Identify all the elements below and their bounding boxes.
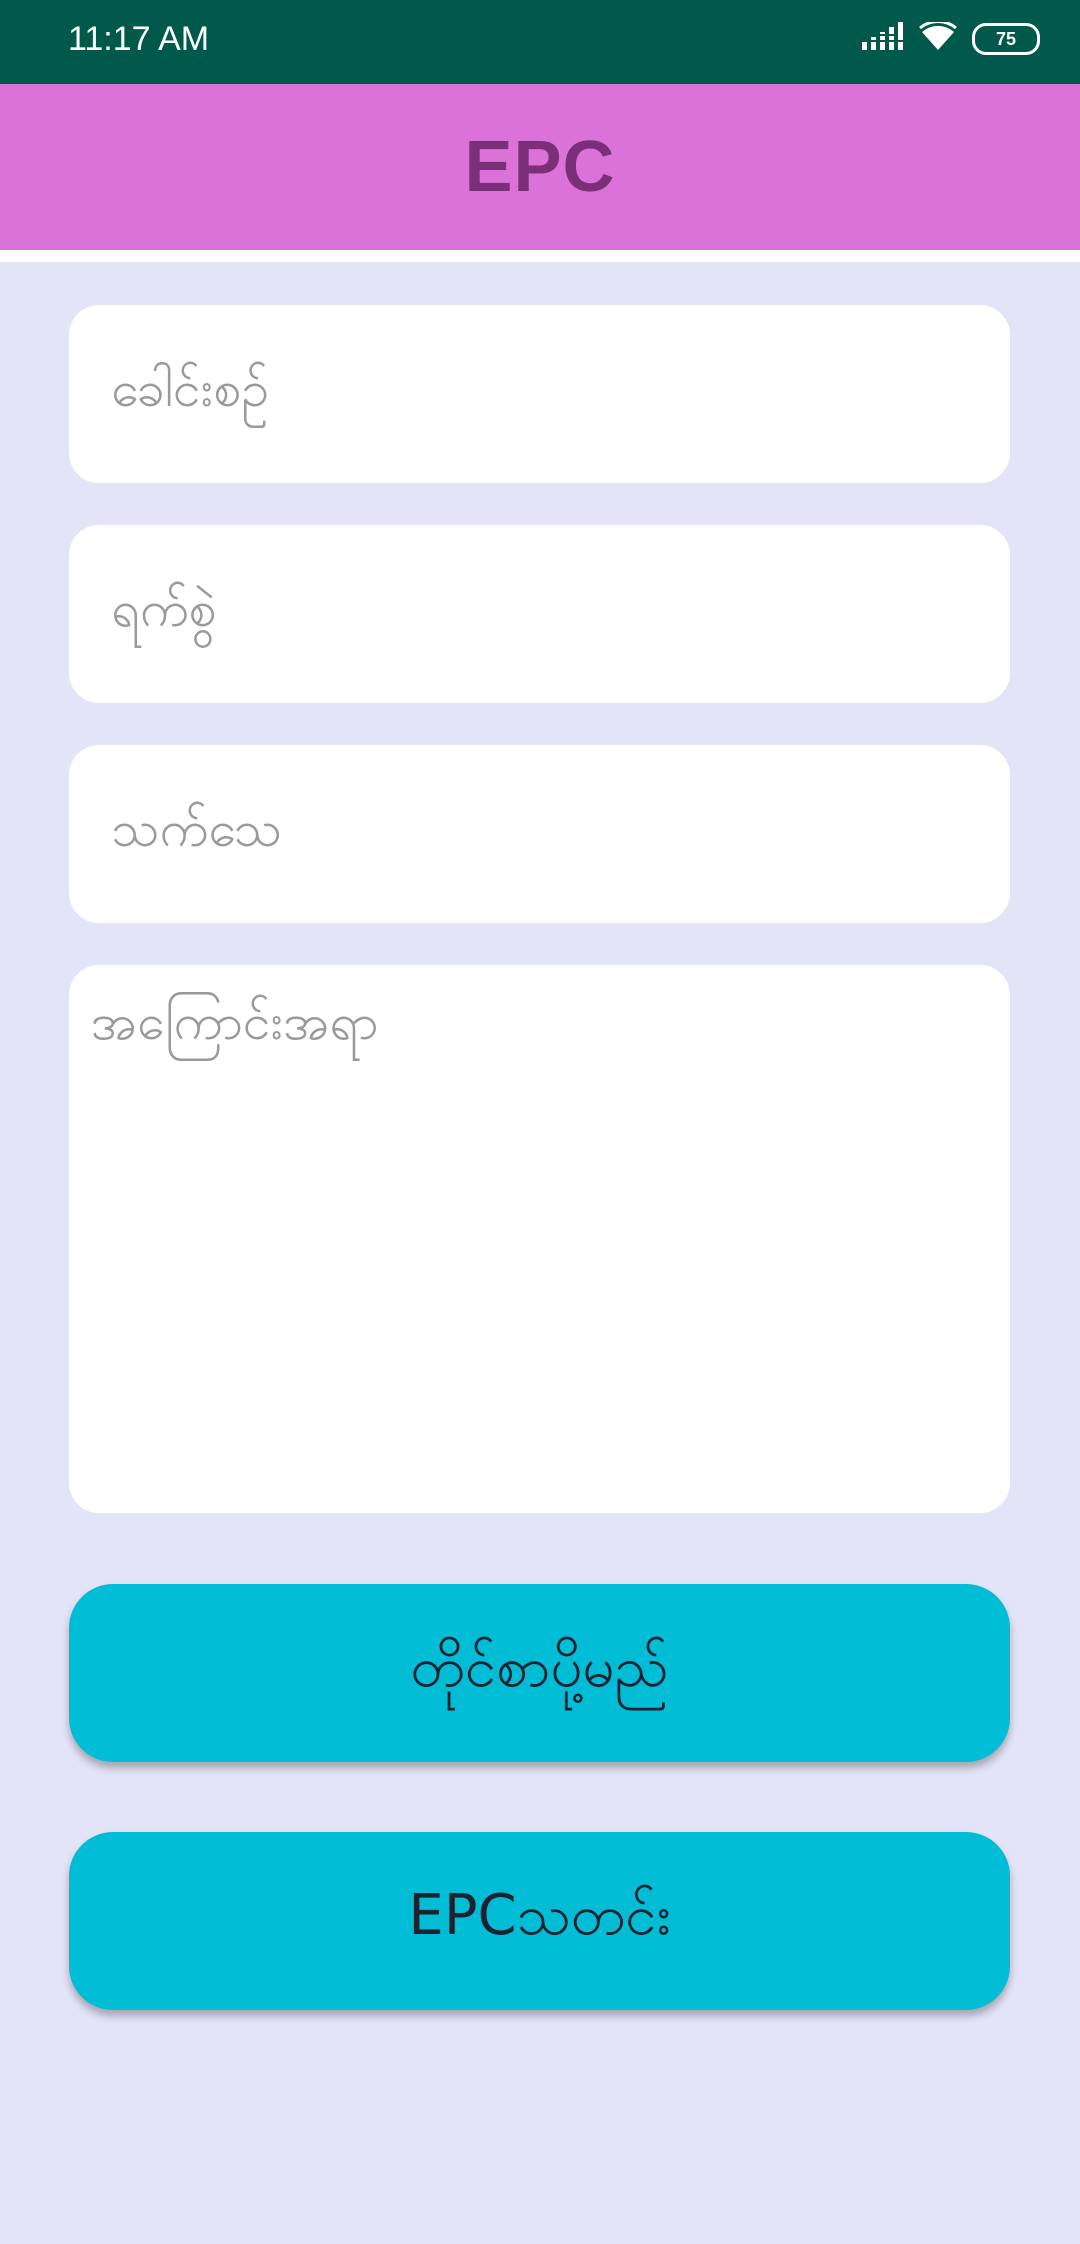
title-placeholder: ခေါင်းစဥ်: [111, 359, 270, 418]
battery-level: 75: [995, 28, 1017, 49]
app-bar: EPC: [0, 84, 1080, 250]
status-time: 11:17 AM: [68, 20, 210, 58]
status-bar: 11:17 AM 75: [0, 0, 1080, 84]
status-icons: 75: [862, 20, 1040, 56]
wifi-icon: [918, 20, 958, 56]
date-input[interactable]: ရက်စွဲ: [69, 525, 1010, 703]
submit-report-label: တိုင်စာပို့မည်: [410, 1635, 669, 1700]
date-placeholder: ရက်စွဲ: [111, 579, 217, 638]
description-placeholder: အကြောင်းအရာ: [91, 993, 379, 1051]
epc-news-button[interactable]: EPCသတင်း: [69, 1832, 1010, 2010]
witness-placeholder: သက်သေ: [111, 799, 282, 858]
app-bar-divider: [0, 250, 1080, 262]
app-title: EPC: [464, 127, 616, 207]
witness-input[interactable]: သက်သေ: [69, 745, 1010, 923]
signal-icon: [862, 22, 904, 56]
description-textarea[interactable]: အကြောင်းအရာ: [69, 965, 1010, 1513]
battery-icon: 75: [972, 23, 1040, 55]
epc-news-label: EPCသတင်း: [408, 1883, 671, 1948]
submit-report-button[interactable]: တိုင်စာပို့မည်: [69, 1584, 1010, 1762]
title-input[interactable]: ခေါင်းစဥ်: [69, 305, 1010, 483]
